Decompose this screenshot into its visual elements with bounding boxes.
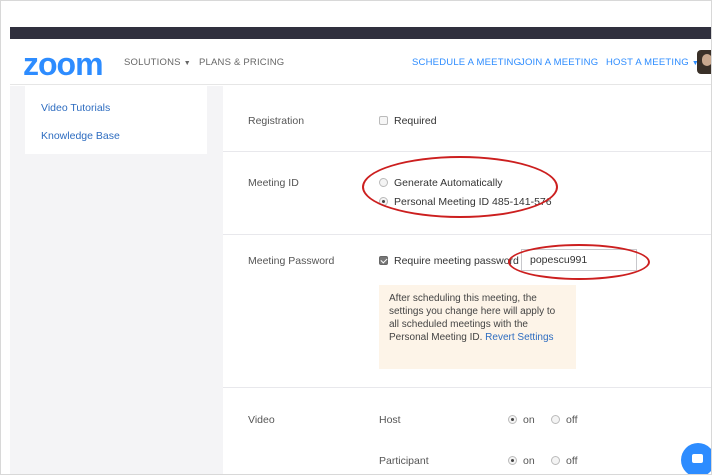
meeting-password-label: Meeting Password [248,255,335,267]
require-password-checkbox[interactable] [379,256,388,265]
avatar[interactable] [697,50,711,74]
navbar: zoom SOLUTIONS ▼ PLANS & PRICING SCHEDULE… [10,39,711,85]
video-host-label: Host [379,414,401,426]
nav-host-meeting[interactable]: HOST A MEETING ▼ [606,57,699,68]
annotation-ring-meeting-id [362,156,558,218]
registration-label: Registration [248,115,305,127]
top-dark-bar [10,27,711,39]
video-participant-label: Participant [379,455,429,467]
chat-bubble-icon[interactable] [681,443,711,474]
video-participant-on-radio[interactable] [508,456,517,465]
settings-note: After scheduling this meeting, the setti… [379,285,576,369]
video-host-on-label: on [523,414,535,426]
nav-plans-pricing[interactable]: PLANS & PRICING [199,57,284,68]
video-host-on-radio[interactable] [508,415,517,424]
registration-section: Registration Required [223,86,711,152]
nav-join-meeting[interactable]: JOIN A MEETING [520,57,598,68]
annotation-ring-password [508,244,650,280]
sidebar-item-video-tutorials[interactable]: Video Tutorials [41,102,110,114]
nav-host-label: HOST A MEETING [606,57,689,68]
nav-schedule-meeting[interactable]: SCHEDULE A MEETING [412,57,521,68]
video-participant-on-label: on [523,455,535,467]
video-host-on-option[interactable]: on [508,414,535,426]
video-label: Video [248,414,275,426]
registration-required-checkbox[interactable] [379,116,388,125]
chevron-down-icon: ▼ [183,60,191,67]
video-host-off-label: off [566,414,578,426]
sidebar: Video Tutorials Knowledge Base [25,86,207,154]
sidebar-item-knowledge-base[interactable]: Knowledge Base [41,130,120,142]
zoom-logo[interactable]: zoom [23,48,104,80]
browser-frame: zoom SOLUTIONS ▼ PLANS & PRICING SCHEDULE… [0,0,712,475]
require-password-label: Require meeting password [394,255,519,267]
video-participant-on-option[interactable]: on [508,455,535,467]
video-participant-off-radio[interactable] [551,456,560,465]
meeting-settings-panel: Registration Required Meeting ID Generat… [223,86,711,474]
nav-solutions[interactable]: SOLUTIONS ▼ [124,57,191,68]
video-participant-off-option[interactable]: off [551,455,577,467]
revert-settings-link[interactable]: Revert Settings [485,332,553,343]
nav-solutions-label: SOLUTIONS [124,57,181,68]
registration-required-option[interactable]: Required [379,115,437,127]
video-section: Video Host on off Participant on off [223,388,711,474]
video-host-off-radio[interactable] [551,415,560,424]
require-password-option[interactable]: Require meeting password [379,255,519,267]
meeting-id-label: Meeting ID [248,177,299,189]
video-participant-off-label: off [566,455,578,467]
registration-required-label: Required [394,115,437,127]
video-host-off-option[interactable]: off [551,414,577,426]
